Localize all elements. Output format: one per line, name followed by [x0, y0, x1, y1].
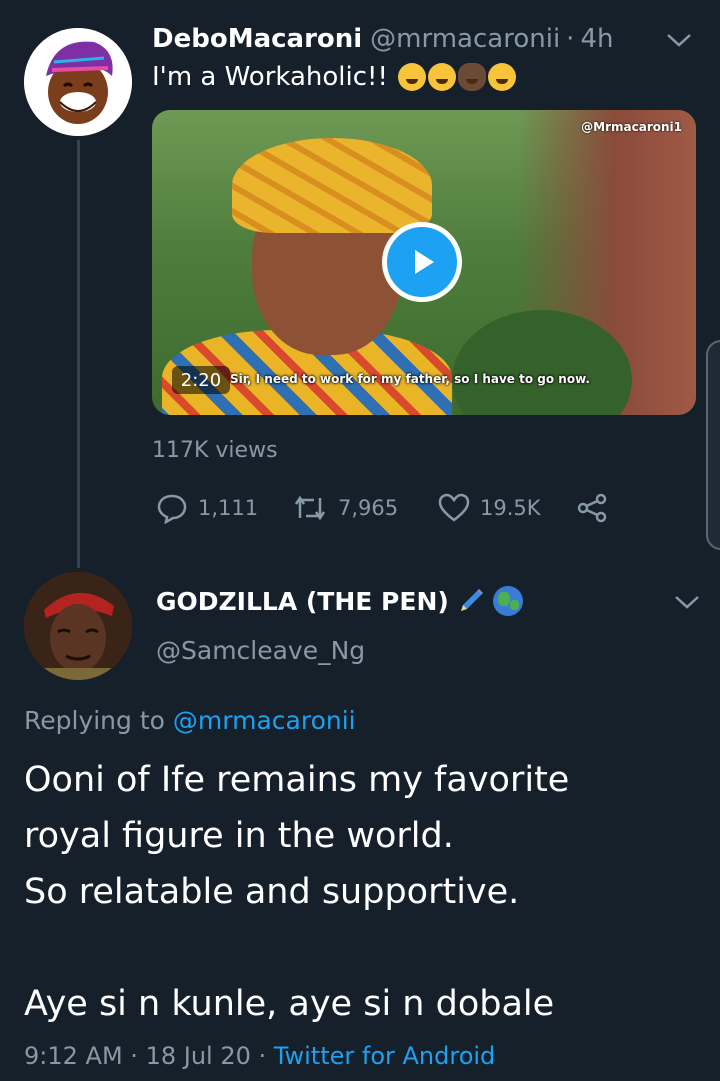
retweet-count: 7,965	[338, 496, 399, 520]
video-duration-badge: 2:20	[172, 366, 230, 394]
parent-tweet-text: I'm a Workaholic!!	[152, 62, 516, 92]
tweet-detail-screen: DeboMacaroni @mrmacaronii · 4h I'm a Wor…	[0, 0, 720, 1081]
play-button[interactable]	[382, 222, 462, 302]
video-watermark: @Mrmacaroni1	[581, 120, 682, 134]
video-headwrap-shape	[232, 138, 432, 233]
replying-to-line: Replying to @mrmacaronii	[24, 706, 356, 735]
tweet-age: 4h	[580, 24, 614, 54]
video-card[interactable]: @Mrmacaroni1 2:20 Sir, I need to work fo…	[152, 110, 696, 415]
separator-dot: ·	[566, 24, 575, 54]
reply-text-line: royal figure in the world.	[24, 816, 454, 856]
author-handle[interactable]: @mrmacaronii	[370, 24, 560, 54]
replying-to-label: Replying to	[24, 706, 165, 735]
separator-dot: ·	[130, 1042, 138, 1070]
cartoon-avatar-icon	[24, 28, 132, 136]
parent-tweet-header: DeboMacaroni @mrmacaronii · 4h	[152, 24, 613, 54]
person-facepalming-icon	[457, 63, 486, 91]
tweet-timestamp: 9:12 AM	[24, 1042, 123, 1070]
reply-tweet-text: Ooni of Ife remains my favorite royal fi…	[24, 752, 704, 1032]
retweet-button[interactable]: 7,965	[292, 492, 398, 524]
tweet-meta: 9:12 AM · 18 Jul 20 · Twitter for Androi…	[24, 1042, 495, 1070]
weary-face-icon	[397, 63, 426, 91]
like-button[interactable]: 19.5K	[438, 492, 541, 524]
reply-count: 1,111	[198, 496, 259, 520]
author-display-name[interactable]: DeboMacaroni	[152, 24, 362, 54]
reply-icon	[157, 494, 187, 524]
joy-face-icon	[427, 63, 456, 91]
reply-display-name: GODZILLA (THE PEN)	[156, 586, 449, 616]
video-subtitle: Sir, I need to work for my father, so I …	[230, 372, 590, 386]
profile-photo-icon	[24, 572, 132, 680]
reply-author-name[interactable]: GODZILLA (THE PEN)	[156, 586, 523, 616]
separator-dot: ·	[258, 1042, 267, 1070]
avatar-debomacaroni[interactable]	[24, 28, 132, 136]
share-icon	[577, 493, 607, 523]
reply-author-handle[interactable]: @Samcleave_Ng	[156, 636, 365, 665]
scroll-handle[interactable]	[706, 340, 720, 550]
view-count: 117K views	[152, 438, 278, 463]
reply-text-line: Aye si n kunle, aye si n dobale	[24, 984, 555, 1024]
globe-icon	[492, 586, 523, 616]
thread-connector-line	[77, 140, 80, 568]
reply-text-blank-line	[24, 920, 704, 976]
reply-text-line: Ooni of Ife remains my favorite	[24, 760, 570, 800]
share-button[interactable]	[576, 492, 608, 524]
reply-text-line: So relatable and supportive.	[24, 872, 520, 912]
emoji-group	[397, 63, 516, 91]
pen-icon	[460, 589, 483, 611]
retweet-icon	[294, 495, 326, 521]
heart-icon	[438, 493, 470, 522]
reply-button[interactable]: 1,111	[156, 492, 258, 524]
tweet-action-bar: 1,111 7,965 19.5K	[152, 492, 622, 528]
face-rolling-eyes-icon	[487, 63, 516, 91]
tweet-text-content: I'm a Workaholic!!	[152, 62, 388, 92]
tweet-source-link[interactable]: Twitter for Android	[274, 1042, 495, 1070]
play-icon	[415, 250, 434, 274]
replying-to-mention[interactable]: @mrmacaronii	[173, 706, 356, 735]
chevron-down-icon[interactable]	[672, 592, 702, 612]
chevron-down-icon[interactable]	[664, 30, 694, 50]
avatar-samcleave[interactable]	[24, 572, 132, 680]
like-count: 19.5K	[480, 496, 541, 520]
tweet-date: 18 Jul 20	[145, 1042, 251, 1070]
